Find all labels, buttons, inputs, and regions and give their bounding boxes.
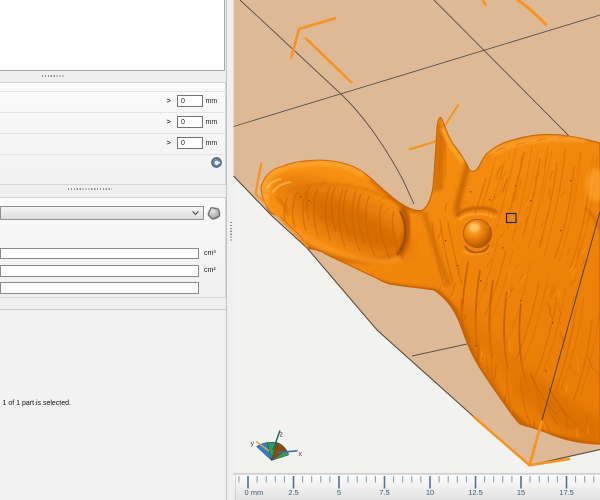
svg-text:12.5: 12.5 (468, 488, 483, 497)
svg-text:z: z (280, 432, 284, 439)
svg-text:x: x (299, 451, 303, 458)
svg-text:7.5: 7.5 (379, 488, 389, 497)
svg-text:15: 15 (517, 488, 525, 497)
svg-text:10: 10 (426, 488, 434, 497)
svg-text:y: y (251, 441, 255, 448)
svg-text:0 mm: 0 mm (245, 488, 264, 497)
svg-text:17.5: 17.5 (559, 488, 574, 497)
svg-text:2.5: 2.5 (288, 488, 298, 497)
svg-text:5: 5 (337, 488, 341, 497)
